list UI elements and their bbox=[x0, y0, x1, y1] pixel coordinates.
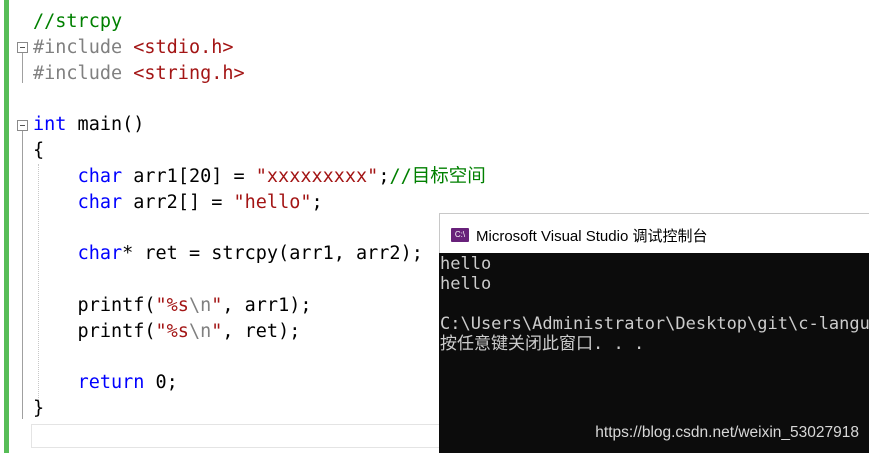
watermark: https://blog.csdn.net/weixin_53027918 bbox=[595, 424, 859, 441]
console-titlebar[interactable]: C:\ Microsoft Visual Studio 调试控制台 bbox=[439, 213, 869, 253]
fold-toggle-includes-icon[interactable] bbox=[17, 42, 28, 53]
code-token: { bbox=[33, 139, 45, 161]
code-token: printf( bbox=[33, 294, 156, 316]
console-title: Microsoft Visual Studio 调试控制台 bbox=[476, 228, 708, 245]
code-token: \n bbox=[188, 320, 212, 342]
current-line-highlight bbox=[31, 424, 453, 448]
code-token: "xxxxxxxxx" bbox=[255, 165, 379, 187]
code-token: <string.h> bbox=[133, 62, 245, 84]
code-line: { bbox=[33, 138, 486, 164]
code-token: <stdio.h> bbox=[133, 36, 234, 58]
code-token: } bbox=[33, 397, 45, 419]
code-token: 0; bbox=[144, 372, 178, 394]
code-token: #include bbox=[33, 62, 134, 84]
code-token: , arr1); bbox=[222, 294, 312, 316]
visual-studio-console-icon: C:\ bbox=[451, 228, 469, 242]
console-screen[interactable]: hello hello C:\Users\Administrator\Deskt… bbox=[439, 253, 869, 453]
code-token: #include bbox=[33, 36, 134, 58]
code-line: int main() bbox=[33, 112, 486, 138]
code-line: #include <string.h> bbox=[33, 61, 486, 87]
code-line: char arr2[] = "hello"; bbox=[33, 190, 486, 216]
code-token: arr2[] = bbox=[122, 191, 234, 213]
code-token: "%s bbox=[155, 320, 189, 342]
code-token: arr1[20] = bbox=[122, 165, 256, 187]
code-token: return bbox=[77, 372, 145, 394]
code-line: char* ret = strcpy(arr1, arr2); bbox=[33, 241, 486, 267]
code-token: //目标空间 bbox=[389, 165, 486, 187]
fold-line-includes bbox=[22, 53, 23, 83]
debug-console-window[interactable]: C:\ Microsoft Visual Studio 调试控制台 hello … bbox=[439, 213, 869, 453]
code-line: char arr1[20] = "xxxxxxxxx";//目标空间 bbox=[33, 164, 486, 190]
code-token: //strcpy bbox=[33, 11, 123, 32]
code-token: "%s bbox=[155, 294, 189, 316]
code-token: ; bbox=[378, 165, 390, 187]
code-token: \n bbox=[188, 294, 212, 316]
change-tracking-bar bbox=[4, 0, 9, 453]
code-line: return 0; bbox=[33, 370, 486, 396]
console-output: hello hello C:\Users\Administrator\Deskt… bbox=[440, 254, 869, 354]
code-token: , ret); bbox=[222, 320, 301, 342]
code-token: int bbox=[33, 114, 67, 136]
code-line: printf("%s\n", ret); bbox=[33, 319, 486, 345]
code-token: char bbox=[77, 243, 123, 265]
fold-line-main bbox=[22, 131, 23, 419]
code-token: char bbox=[77, 165, 123, 187]
code-token: printf( bbox=[33, 320, 156, 342]
code-token: " bbox=[211, 320, 223, 342]
code-token: * ret = strcpy(arr1, arr2); bbox=[122, 243, 423, 265]
code-line: //strcpy bbox=[33, 9, 486, 35]
code-token: "hello" bbox=[233, 191, 312, 213]
code-line: } bbox=[33, 396, 486, 422]
code-line: printf("%s\n", arr1); bbox=[33, 293, 486, 319]
code-token: char bbox=[77, 191, 123, 213]
code-token: ; bbox=[311, 191, 323, 213]
code-token: " bbox=[211, 294, 223, 316]
code-token: main() bbox=[66, 114, 145, 136]
code-line: #include <stdio.h> bbox=[33, 35, 486, 61]
fold-toggle-main-icon[interactable] bbox=[17, 120, 28, 131]
code-editor[interactable]: //strcpy #include <stdio.h> #include <stri… bbox=[33, 9, 486, 422]
